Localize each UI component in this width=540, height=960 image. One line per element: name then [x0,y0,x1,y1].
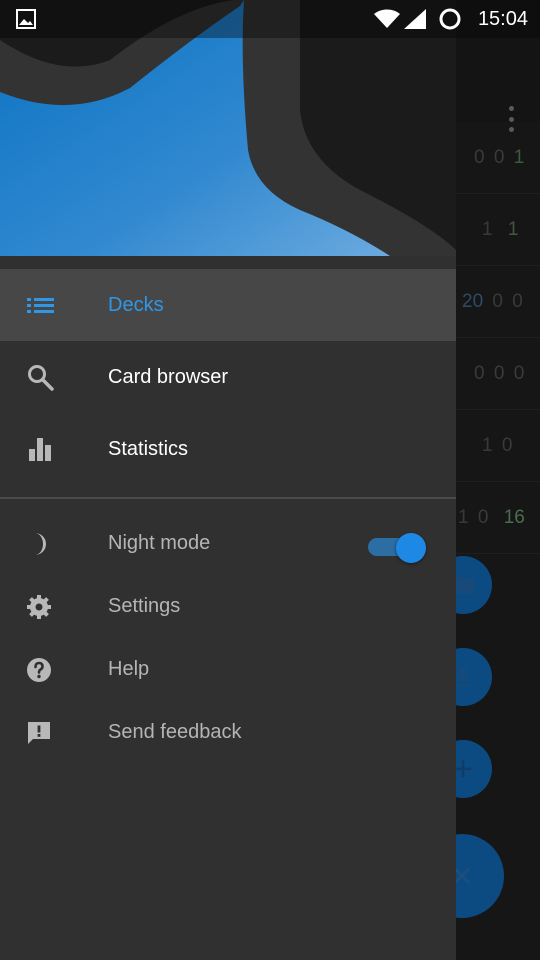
deck-new-count: 20 [462,291,484,312]
help-icon [27,658,51,682]
deck-row[interactable]: 0 0 1 [456,122,540,194]
deck-new-count: 0 [474,363,485,384]
deck-row[interactable]: 1 1 [456,194,540,266]
nav-item-label: Help [108,658,150,680]
nav-item-label: Statistics [108,438,189,460]
deck-new-count: 1 [458,507,469,528]
bar-chart-icon [29,438,51,461]
deck-review-count: 0 [501,435,513,456]
nav-item-statistics[interactable]: Statistics [0,413,456,485]
plus-icon: + [453,749,473,788]
status-bar: 15:04 [0,0,540,38]
search-icon [28,365,54,391]
navigation-drawer: Decks Card browser Statistics Night mode [0,0,456,960]
gear-icon [27,595,51,619]
feedback-icon [28,722,50,744]
deck-review-count: 0 [513,363,525,384]
status-time: 15:04 [477,8,528,30]
gallery-icon [16,9,36,29]
deck-learn-count: 0 [493,147,505,168]
nav-item-card-browser[interactable]: Card browser [0,341,456,413]
nav-item-label: Night mode [108,532,211,554]
drawer-header-image [0,0,456,256]
nav-item-help[interactable]: Help [0,638,456,701]
deck-row[interactable]: 20 0 0 [456,266,540,338]
deck-learn-count: 0 [492,291,503,312]
switch-thumb [396,533,426,563]
deck-row[interactable]: 1 0 [456,410,540,482]
deck-review-count: 16 [503,507,525,528]
nav-item-decks[interactable]: Decks [0,269,456,341]
nav-item-label: Decks [108,294,164,316]
deck-learn-count: 0 [477,507,489,528]
sync-icon [439,8,461,30]
nav-item-settings[interactable]: Settings [0,575,456,638]
nav-item-label: Settings [108,595,181,617]
drawer-divider [0,497,456,499]
nav-item-label: Card browser [108,366,229,388]
deck-learn-count: 1 [482,219,493,240]
nav-item-send-feedback[interactable]: Send feedback [0,701,456,764]
deck-learn-count: 1 [482,435,493,456]
deck-row[interactable]: 0 0 0 [456,338,540,410]
deck-row[interactable]: 1 0 16 [456,482,540,554]
deck-review-count: 1 [513,147,525,168]
deck-review-count: 0 [512,291,523,312]
nav-item-night-mode[interactable]: Night mode [0,512,456,575]
wifi-icon [374,9,400,28]
moon-icon [35,533,46,555]
deck-review-count: 1 [507,219,519,240]
deck-learn-count: 0 [493,363,505,384]
deck-new-count: 0 [474,147,485,168]
signal-icon [404,9,426,29]
nav-item-label: Send feedback [108,721,242,743]
night-mode-switch[interactable] [368,533,428,563]
list-icon [27,298,54,313]
